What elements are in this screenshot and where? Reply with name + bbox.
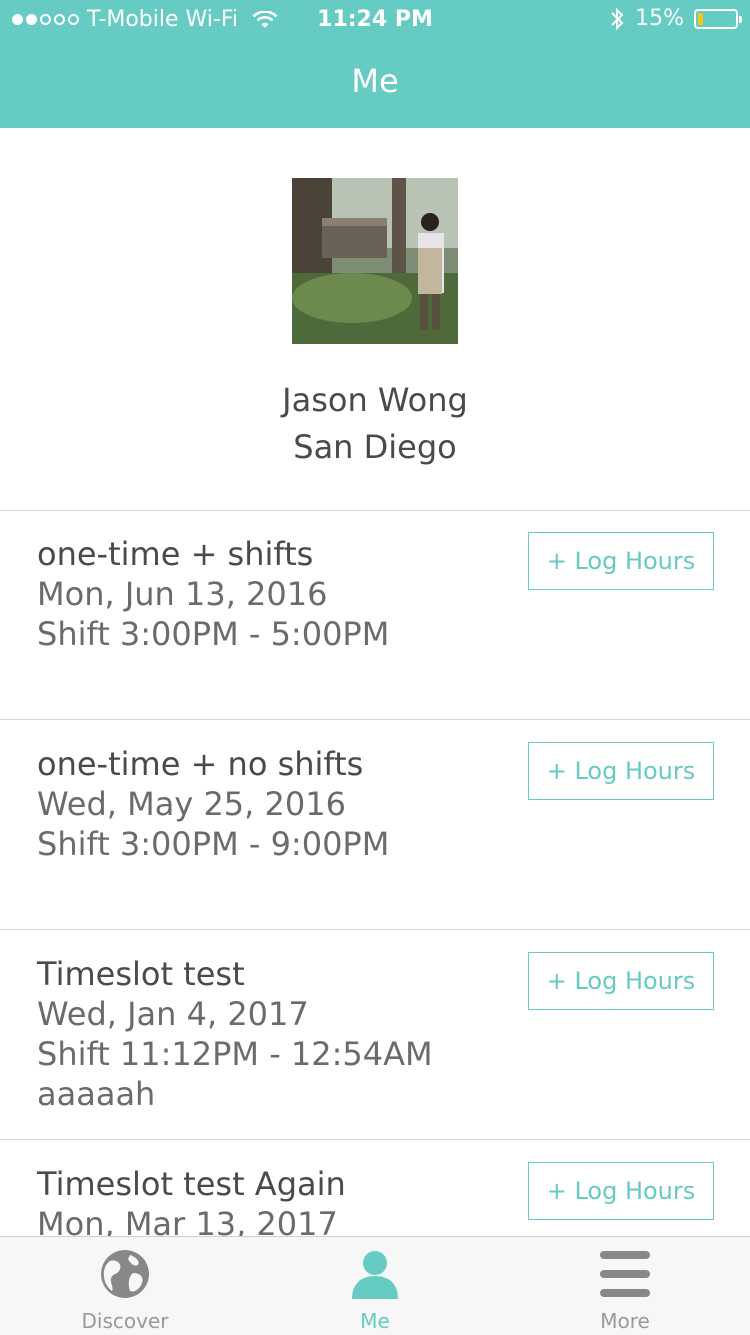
event-date: Mon, Mar 13, 2017: [37, 1205, 338, 1236]
person-icon: [352, 1251, 398, 1299]
tab-bar: Discover Me More: [0, 1236, 750, 1335]
event-item[interactable]: one-time + no shifts Wed, May 25, 2016 S…: [0, 720, 750, 930]
event-date: Wed, May 25, 2016: [37, 785, 346, 823]
event-item[interactable]: Timeslot test Wed, Jan 4, 2017 Shift 11:…: [0, 930, 750, 1140]
event-date: Wed, Jan 4, 2017: [37, 995, 309, 1033]
log-hours-button[interactable]: + Log Hours: [528, 742, 714, 800]
page-title: Me: [351, 62, 399, 100]
event-shift: Shift 3:00PM - 5:00PM: [37, 615, 390, 653]
tab-label: Me: [360, 1309, 390, 1333]
battery-nub: [739, 15, 742, 23]
event-list[interactable]: one-time + shifts Mon, Jun 13, 2016 Shif…: [0, 510, 750, 1236]
event-title: Timeslot test Again: [37, 1165, 346, 1203]
event-title: one-time + no shifts: [37, 745, 364, 783]
bluetooth-icon: [611, 7, 624, 30]
event-title: one-time + shifts: [37, 535, 314, 573]
tab-me[interactable]: Me: [250, 1237, 500, 1335]
profile-header: Jason Wong San Diego: [0, 128, 750, 511]
profile-name: Jason Wong: [282, 381, 468, 419]
event-title: Timeslot test: [37, 955, 245, 993]
battery-percent: 15%: [635, 6, 684, 31]
event-note: aaaaah: [37, 1075, 156, 1113]
tab-label: Discover: [81, 1309, 169, 1333]
menu-icon: [600, 1251, 650, 1297]
event-shift: Shift 11:12PM - 12:54AM: [37, 1035, 433, 1073]
log-hours-button[interactable]: + Log Hours: [528, 532, 714, 590]
event-date: Mon, Jun 13, 2016: [37, 575, 328, 613]
event-shift: Shift 3:00PM - 9:00PM: [37, 825, 390, 863]
status-bar: T-Mobile Wi-Fi 11:24 PM 15%: [0, 0, 750, 40]
status-right: 15%: [609, 6, 742, 31]
log-hours-button[interactable]: + Log Hours: [528, 1162, 714, 1220]
tab-discover[interactable]: Discover: [0, 1237, 250, 1335]
avatar[interactable]: [292, 178, 458, 344]
event-item[interactable]: one-time + shifts Mon, Jun 13, 2016 Shif…: [0, 510, 750, 720]
event-item[interactable]: Timeslot test Again Mon, Mar 13, 2017 + …: [0, 1140, 750, 1236]
tab-label: More: [600, 1309, 650, 1333]
profile-photo: [292, 178, 458, 344]
profile-city: San Diego: [293, 428, 457, 466]
log-hours-button[interactable]: + Log Hours: [528, 952, 714, 1010]
tab-more[interactable]: More: [500, 1237, 750, 1335]
globe-icon: [101, 1250, 149, 1298]
battery-icon: [694, 8, 742, 29]
battery-fill: [698, 12, 703, 25]
top-bar: T-Mobile Wi-Fi 11:24 PM 15% Me: [0, 0, 750, 128]
